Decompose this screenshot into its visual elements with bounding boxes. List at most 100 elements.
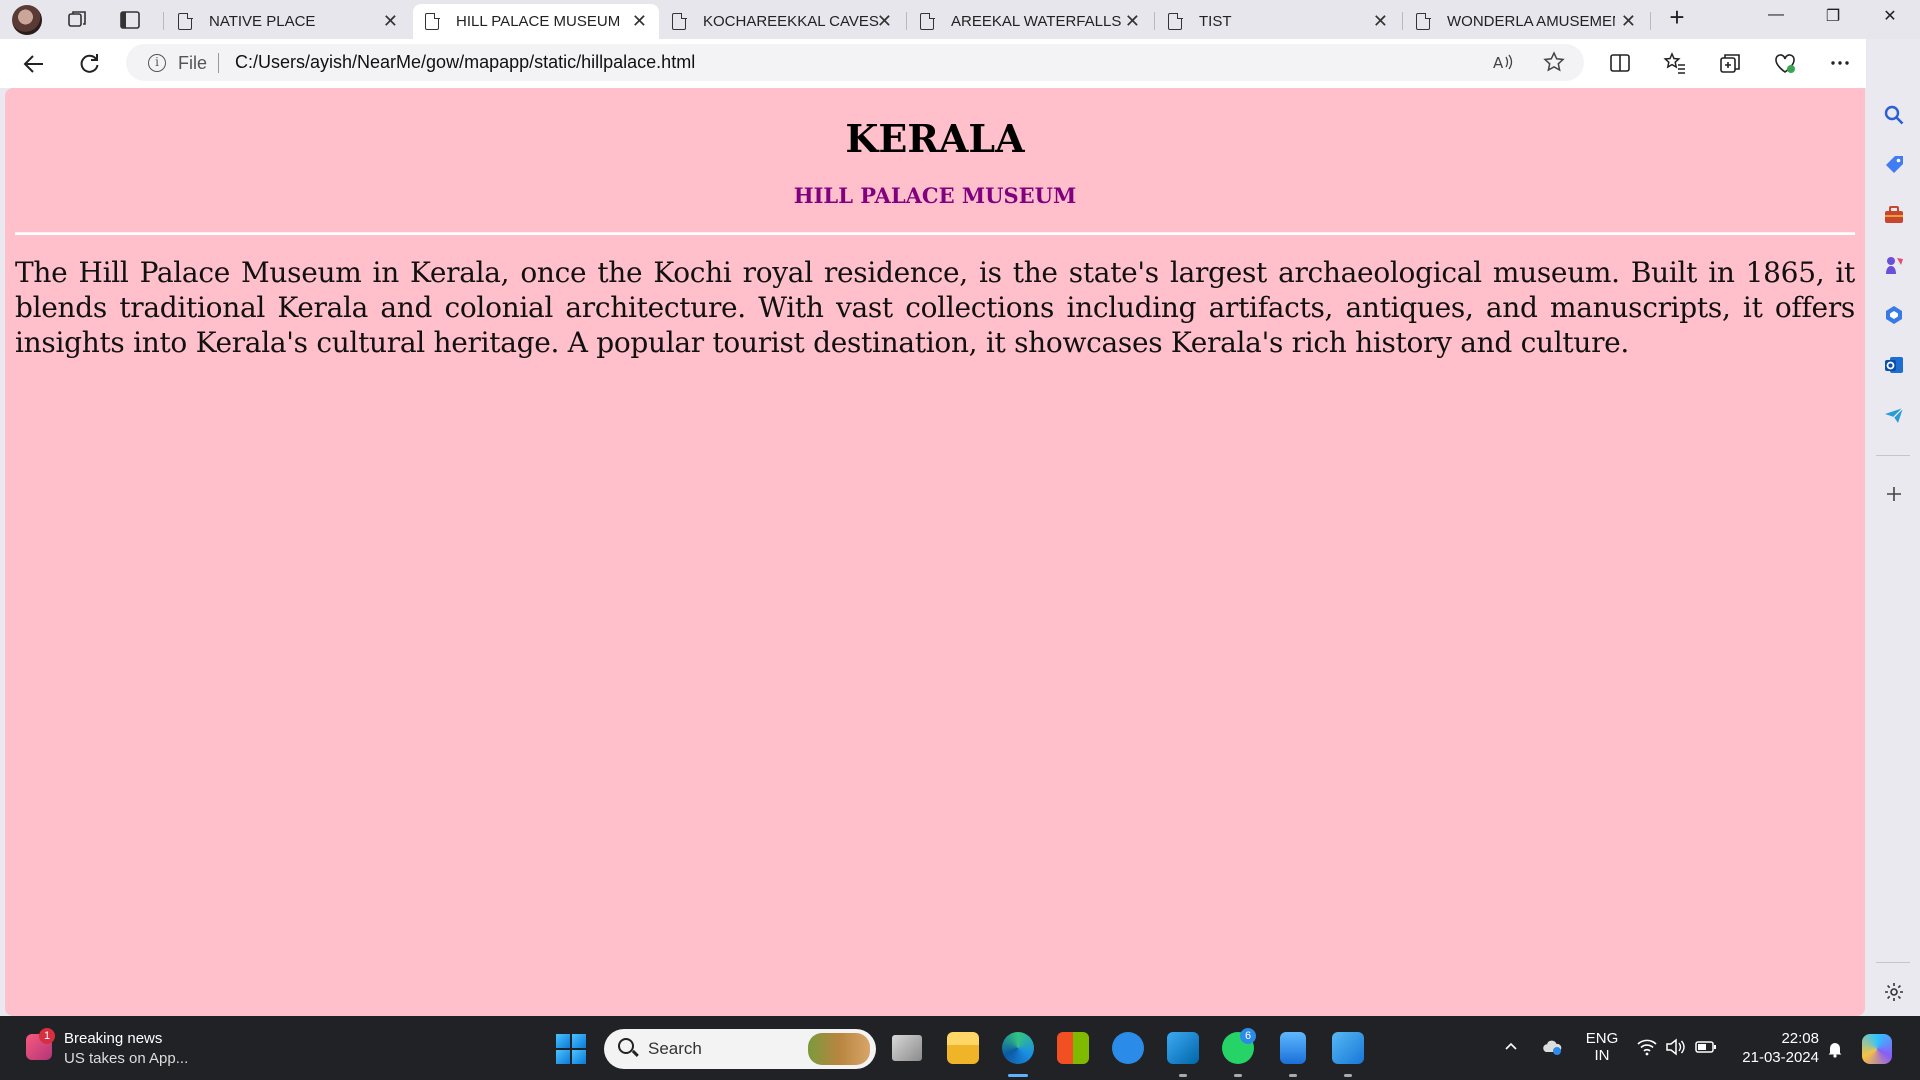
page-title: KERALA [845, 116, 1025, 161]
tools-icon[interactable] [1883, 204, 1905, 226]
news-title[interactable]: Breaking news [64, 1030, 162, 1047]
edge-browser-icon[interactable] [1002, 1032, 1034, 1064]
news-subtitle[interactable]: US takes on App... [64, 1050, 188, 1067]
horizontal-rule [15, 232, 1855, 235]
back-arrow-icon[interactable] [21, 51, 47, 77]
page-icon [425, 12, 440, 30]
close-window-button[interactable]: ✕ [1867, 6, 1913, 26]
address-divider [218, 53, 219, 73]
file-explorer-icon[interactable] [947, 1032, 979, 1064]
paint-icon[interactable] [1332, 1032, 1364, 1064]
read-aloud-icon[interactable]: A [1492, 51, 1514, 79]
language-indicator[interactable]: ENG IN [1584, 1030, 1620, 1064]
outlook-icon[interactable] [1883, 354, 1905, 376]
volume-icon[interactable] [1665, 1038, 1685, 1061]
page-icon [1168, 12, 1183, 30]
taskbar-search[interactable]: Search [604, 1029, 876, 1069]
close-tab-icon[interactable]: ✕ [877, 12, 892, 30]
browser-toolbar: i File C:/Users/ayish/NearMe/gow/mapapp/… [0, 39, 1920, 88]
address-bar[interactable]: i File C:/Users/ayish/NearMe/gow/mapapp/… [126, 44, 1584, 81]
page-icon [178, 12, 193, 30]
microsoft-store-icon[interactable] [1057, 1032, 1089, 1064]
running-indicator [1179, 1074, 1187, 1077]
close-tab-icon[interactable]: ✕ [1373, 12, 1388, 30]
task-view-icon[interactable] [892, 1035, 922, 1061]
search-icon [618, 1038, 634, 1054]
close-tab-icon[interactable]: ✕ [383, 12, 398, 30]
games-icon[interactable] [1883, 254, 1905, 276]
page-icon [1416, 12, 1431, 30]
language-code: ENG [1585, 1030, 1619, 1047]
split-screen-icon[interactable] [1607, 51, 1633, 77]
more-icon[interactable] [1827, 51, 1853, 77]
restore-button[interactable]: ❐ [1810, 6, 1856, 26]
minimize-button[interactable]: — [1753, 6, 1799, 24]
site-info-icon[interactable]: i [148, 54, 166, 72]
tab-tist[interactable]: TIST ✕ [1156, 4, 1400, 39]
browser-essentials-icon[interactable] [1772, 51, 1798, 77]
close-tab-icon[interactable]: ✕ [1125, 12, 1140, 30]
svg-text:A: A [1493, 54, 1504, 72]
clock-date: 21-03-2024 [1742, 1049, 1819, 1066]
profile-avatar[interactable] [12, 5, 42, 35]
help-icon[interactable] [1112, 1032, 1144, 1064]
clock-time: 22:08 [1781, 1030, 1819, 1047]
shopping-tag-icon[interactable] [1883, 154, 1905, 176]
tab-wonderla-amusement[interactable]: WONDERLA AMUSEMEN ✕ [1404, 4, 1648, 39]
windows-taskbar: 1 Breaking news US takes on App... Searc… [0, 1016, 1920, 1080]
tab-title: NATIVE PLACE [209, 13, 316, 30]
clock[interactable]: 22:08 21-03-2024 [1733, 1030, 1819, 1066]
vscode-icon[interactable] [1167, 1032, 1199, 1064]
page-icon [920, 12, 935, 30]
running-indicator [1234, 1074, 1242, 1077]
tab-actions-icon[interactable] [118, 8, 142, 32]
tab-native-place[interactable]: NATIVE PLACE ✕ [166, 4, 410, 39]
notepad-icon[interactable] [1280, 1032, 1306, 1064]
search-icon[interactable] [1883, 104, 1905, 126]
page-description: The Hill Palace Museum in Kerala, once t… [15, 256, 1855, 359]
tab-title: TIST [1199, 13, 1232, 30]
workspaces-icon[interactable] [66, 8, 90, 32]
tab-title: AREEKAL WATERFALLS [951, 13, 1122, 30]
collections-icon[interactable] [1717, 51, 1743, 77]
settings-gear-icon[interactable] [1883, 981, 1905, 1003]
tab-kochareekkal-caves[interactable]: KOCHAREEKKAL CAVES ✕ [660, 4, 904, 39]
onedrive-icon[interactable] [1541, 1038, 1563, 1061]
battery-icon[interactable] [1695, 1038, 1717, 1061]
chevron-up-icon[interactable] [1503, 1038, 1519, 1059]
start-button[interactable] [556, 1034, 586, 1064]
wifi-icon[interactable] [1637, 1038, 1657, 1061]
scheme-label: File [178, 53, 208, 73]
page-subtitle: HILL PALACE MUSEUM [793, 183, 1077, 208]
close-tab-icon[interactable]: ✕ [1621, 12, 1636, 30]
tab-title: WONDERLA AMUSEMEN [1447, 13, 1615, 30]
tab-strip: NATIVE PLACE ✕ HILL PALACE MUSEUM ✕ KOCH… [0, 0, 1920, 39]
new-tab-button[interactable]: + [1654, 2, 1700, 33]
microsoft-365-icon[interactable] [1883, 304, 1905, 326]
sidebar-divider [1876, 455, 1910, 456]
copilot-taskbar-icon[interactable] [1862, 1034, 1892, 1064]
running-indicator [1289, 1074, 1297, 1077]
page-viewport: KERALA HILL PALACE MUSEUM The Hill Palac… [5, 88, 1865, 1016]
close-tab-icon[interactable]: ✕ [632, 12, 647, 30]
notification-bell-icon[interactable] [1826, 1040, 1844, 1063]
tab-title: HILL PALACE MUSEUM [456, 13, 621, 30]
tab-hill-palace-museum[interactable]: HILL PALACE MUSEUM ✕ [413, 4, 659, 39]
running-indicator [1344, 1074, 1352, 1077]
active-app-indicator [1008, 1074, 1028, 1077]
url-text[interactable]: C:/Users/ayish/NearMe/gow/mapapp/static/… [235, 52, 695, 73]
sidebar-divider [1876, 962, 1910, 963]
page-icon [672, 12, 687, 30]
edge-sidebar [1866, 39, 1920, 1016]
favorites-icon[interactable] [1662, 51, 1688, 77]
search-highlight-image [808, 1033, 870, 1065]
star-icon[interactable] [1543, 51, 1565, 79]
refresh-icon[interactable] [76, 51, 102, 77]
tab-title: KOCHAREEKKAL CAVES [703, 13, 879, 30]
send-icon[interactable] [1883, 404, 1905, 426]
news-badge: 1 [39, 1028, 55, 1044]
search-placeholder: Search [648, 1039, 702, 1058]
whatsapp-badge: 6 [1240, 1028, 1256, 1044]
add-icon[interactable] [1883, 483, 1905, 505]
tab-areekal-waterfalls[interactable]: AREEKAL WATERFALLS ✕ [908, 4, 1152, 39]
